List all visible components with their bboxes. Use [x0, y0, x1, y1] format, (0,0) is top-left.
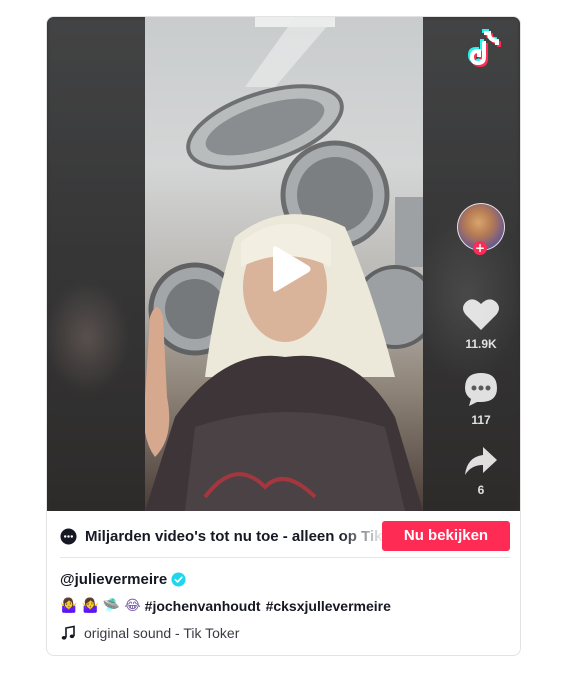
divider	[60, 557, 510, 558]
banner-text: Miljarden video's tot nu toe - alleen op…	[85, 528, 385, 545]
caption-emoji: 😂	[124, 598, 141, 614]
tiktok-embed-card: + 11.9K 117 6 Miljarden video's tot nu t…	[46, 16, 521, 656]
caption-emoji: 🤷‍♀️	[60, 598, 78, 614]
tiktok-logo-icon[interactable]	[467, 27, 507, 71]
caption-emoji: 🤷‍♀️	[81, 598, 99, 614]
sound-name: original sound - Tik Toker	[84, 625, 240, 641]
post-caption: 🤷‍♀️ 🤷‍♀️ 🛸 😂 #jochenvanhoudt #cksxjulle…	[60, 596, 396, 616]
chat-bubble-icon	[60, 528, 77, 545]
comment-button[interactable]: 117	[455, 371, 507, 427]
author-row: @julievermeire	[60, 569, 186, 589]
like-count: 11.9K	[465, 337, 497, 351]
sound-link[interactable]: original sound - Tik Toker	[60, 623, 239, 643]
share-button[interactable]: 6	[455, 445, 507, 497]
follow-plus-icon[interactable]: +	[473, 241, 487, 255]
comment-icon	[465, 373, 497, 406]
hashtag-link[interactable]: #jochenvanhoudt	[145, 598, 261, 614]
share-count: 6	[477, 483, 485, 497]
like-button[interactable]: 11.9K	[455, 297, 507, 351]
caption-emoji: 🛸	[102, 598, 121, 614]
heart-icon	[463, 299, 499, 330]
promo-banner: Miljarden video's tot nu toe - alleen op…	[60, 520, 510, 552]
comment-count: 117	[471, 413, 491, 427]
video-player[interactable]: + 11.9K 117 6	[47, 17, 520, 511]
author-username[interactable]: @julievermeire	[60, 571, 167, 588]
verified-check-icon	[171, 571, 186, 587]
share-icon	[465, 447, 497, 475]
watch-now-button[interactable]: Nu bekijken	[382, 521, 510, 551]
hashtag-link[interactable]: #cksxjullevermeire	[266, 598, 391, 614]
music-note-icon	[61, 625, 75, 640]
play-icon[interactable]	[267, 245, 311, 293]
